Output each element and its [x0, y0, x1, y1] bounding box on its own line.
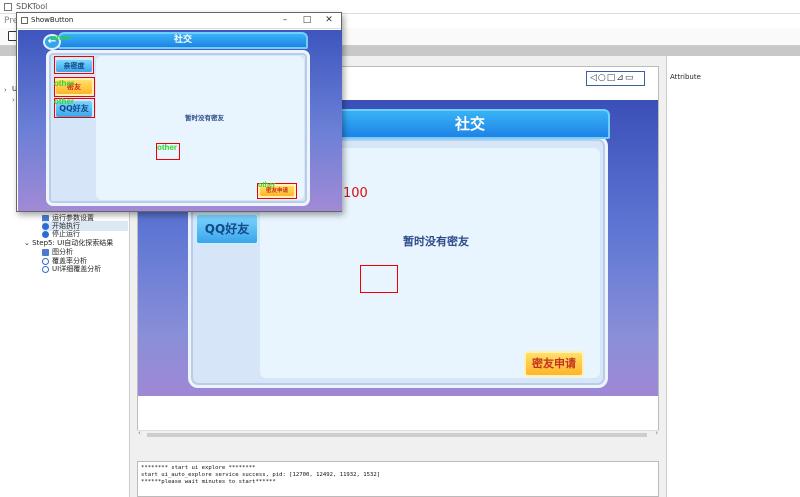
- chevron-down-icon: ⌄: [24, 239, 33, 247]
- popup-titlebar: ShowButton – □ ✕: [17, 13, 341, 29]
- maximize-icon[interactable]: □: [300, 15, 314, 25]
- detected-region-box: [360, 265, 398, 293]
- coverage-detail-icon: [42, 265, 49, 273]
- tree-item-label: UI详细覆盖分析: [52, 265, 102, 273]
- detect-tag-other: other: [54, 79, 74, 88]
- window-icon: [21, 17, 28, 24]
- log-output: ******** start ui explore ******** start…: [137, 461, 659, 497]
- tree-item-label: 停止运行: [52, 230, 80, 238]
- detected-region-box: [54, 56, 94, 74]
- attribute-title: Attribute: [670, 73, 701, 81]
- popup-title: ShowButton: [31, 16, 74, 24]
- popup-empty-text: 暂时没有密友: [185, 114, 224, 122]
- detect-tag-other: other: [54, 97, 74, 106]
- scrollbar-thumb[interactable]: [147, 433, 647, 437]
- apply-friend-button[interactable]: 密友申请: [524, 351, 584, 377]
- stop-icon: [42, 230, 49, 238]
- scroll-left-icon[interactable]: ‹: [138, 429, 141, 437]
- tree-item-label: Step5: UI自动化探索结果: [32, 239, 114, 247]
- detect-tag-other: other: [258, 182, 276, 189]
- social-header: 社交: [330, 109, 610, 139]
- log-line: ******please wait minutes to start******: [141, 479, 276, 485]
- detect-tag-return: return: [50, 35, 71, 42]
- empty-friends-text: 暂时没有密友: [403, 235, 469, 248]
- tree-expander[interactable]: ›: [12, 96, 15, 104]
- detect-tag-other: other: [157, 143, 177, 152]
- close-icon[interactable]: ✕: [322, 15, 336, 25]
- tree-item-ui-coverage[interactable]: UI详细覆盖分析: [42, 264, 101, 274]
- minimize-icon[interactable]: –: [278, 15, 292, 25]
- popup-game-screenshot: 社交 ← return 亲密度 密友 other QQ好友 other 暂时没有…: [18, 30, 342, 211]
- popup-social-header: 社交: [58, 32, 308, 49]
- tree-expander[interactable]: ›: [4, 86, 7, 94]
- log-line: start ui_auto_explore service success, p…: [141, 472, 381, 478]
- showbutton-window[interactable]: ShowButton – □ ✕ 社交 ← return 亲密度 密友 othe…: [16, 12, 342, 212]
- tree-item-label: 图分析: [52, 248, 73, 256]
- canvas-tool-icons[interactable]: ◁○□⊿▭: [586, 71, 645, 86]
- graph-icon: [42, 248, 49, 256]
- app-icon: [4, 3, 12, 11]
- popup-friend-list: [96, 56, 304, 200]
- tab-qq-friends[interactable]: QQ好友: [195, 213, 259, 245]
- score-label: 100: [343, 186, 368, 201]
- horizontal-scrollbar[interactable]: ‹ ›: [137, 429, 659, 439]
- scroll-right-icon[interactable]: ›: [655, 429, 658, 437]
- log-line: ******** start ui explore ********: [141, 465, 256, 471]
- window-title: SDKTool: [16, 2, 48, 11]
- attribute-panel: [666, 56, 800, 497]
